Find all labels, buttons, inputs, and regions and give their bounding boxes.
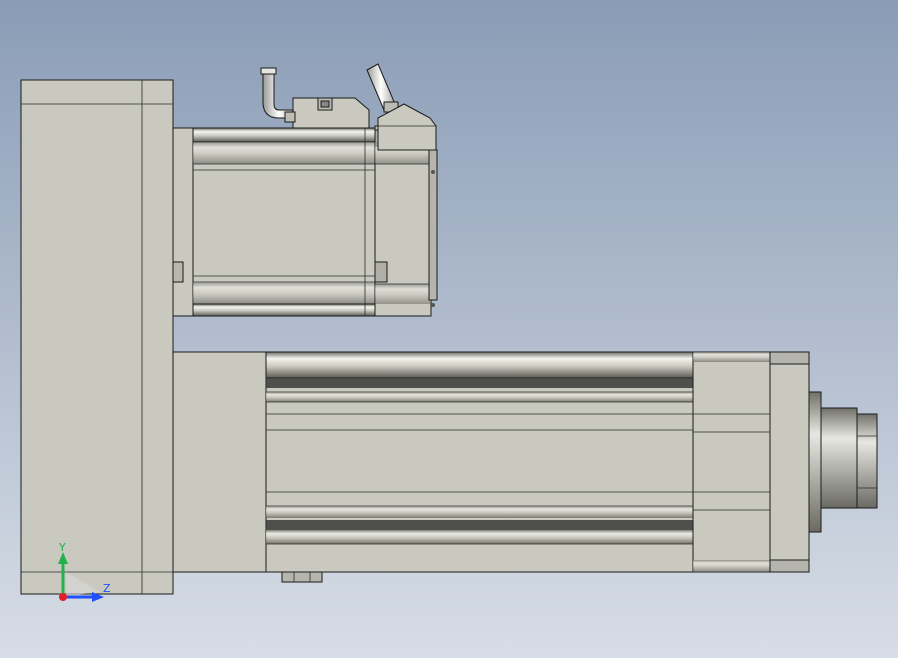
front-end-block[interactable] <box>692 351 771 573</box>
y-axis-label: Y <box>58 541 66 554</box>
mounting-nut[interactable] <box>281 571 323 583</box>
servo-motor[interactable] <box>172 125 438 317</box>
cad-drawing: Y Z <box>0 0 898 658</box>
gearbox-housing[interactable] <box>20 79 174 595</box>
triad-origin <box>59 593 67 601</box>
cad-viewport[interactable]: Y Z <box>0 0 898 658</box>
front-flange[interactable] <box>769 351 810 573</box>
actuator-tube[interactable] <box>172 351 695 573</box>
z-axis-label: Z <box>103 582 111 595</box>
